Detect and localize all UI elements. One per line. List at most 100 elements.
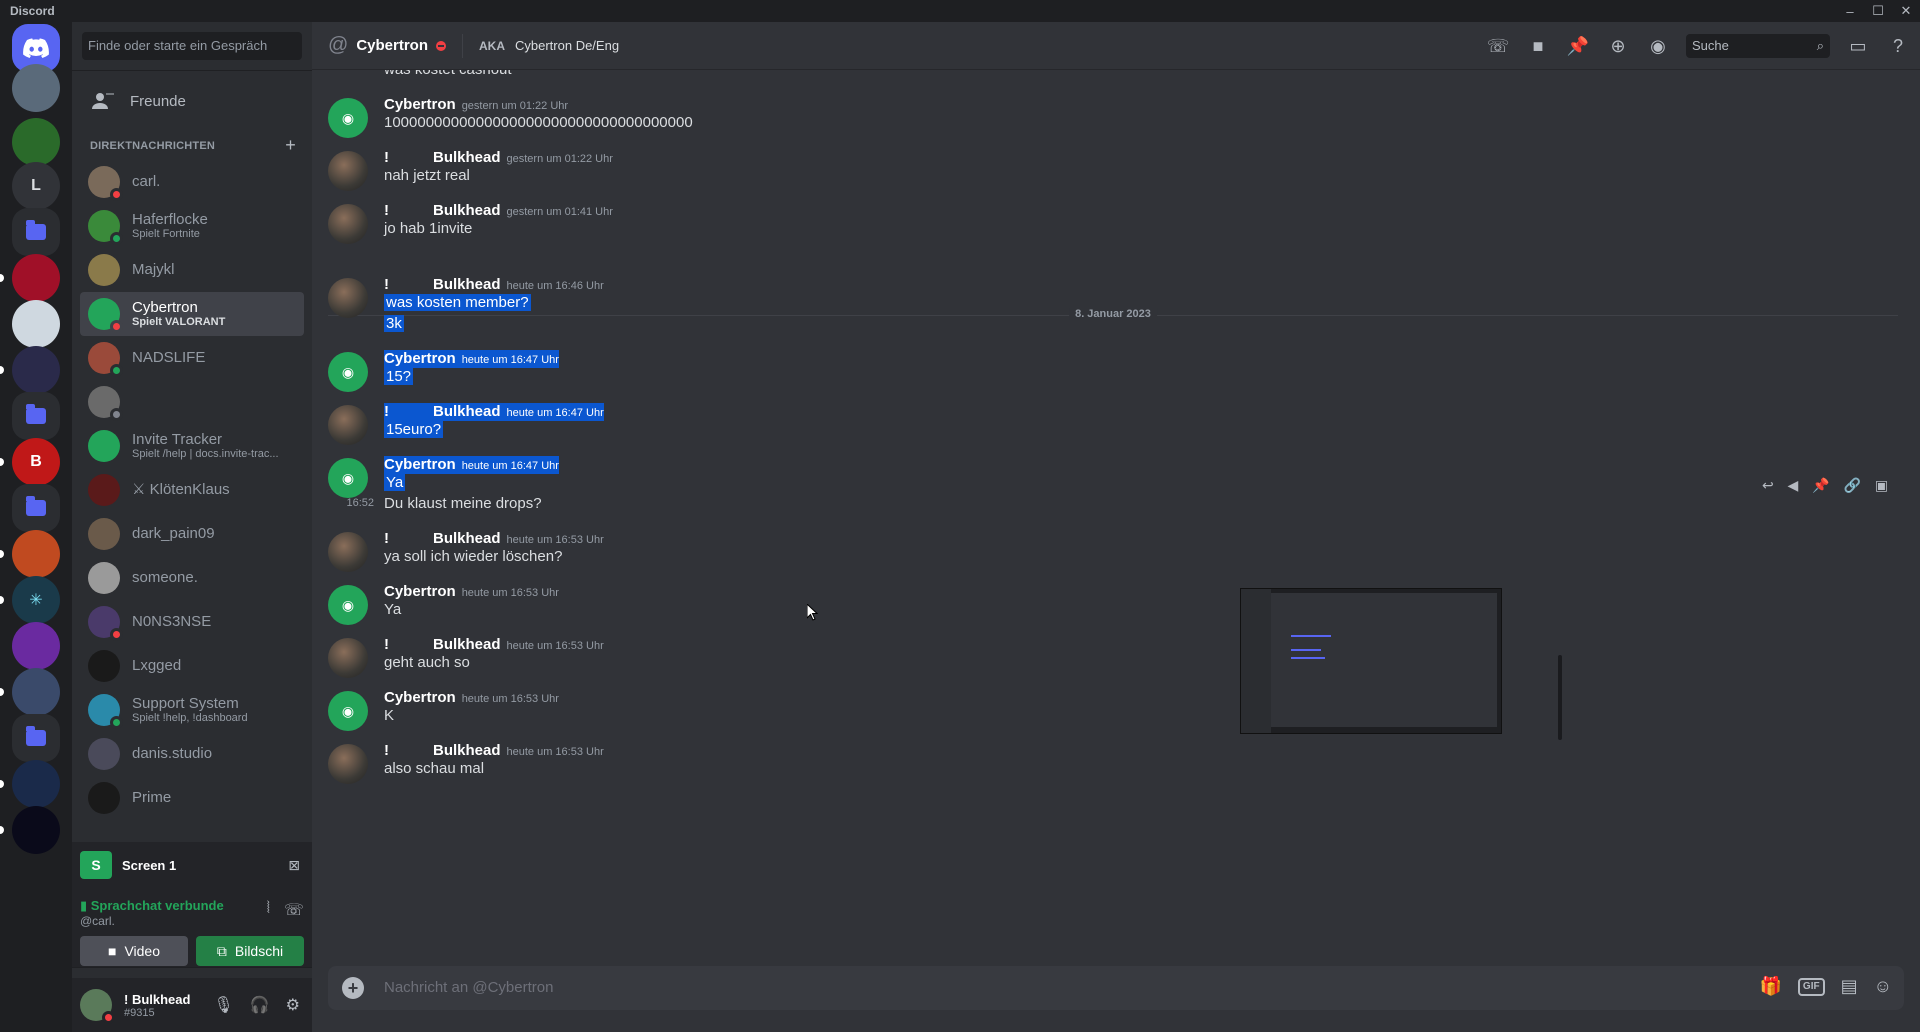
dm-item[interactable]: Majykl [80,248,304,292]
server-icon-2[interactable] [12,118,60,166]
dm-item[interactable] [80,380,304,424]
server-icon-6[interactable]: ✳ [12,576,60,624]
message-author[interactable]: Cybertron [384,96,456,113]
avatar[interactable]: ◉ [328,691,368,731]
friends-nav-item[interactable]: Freunde [80,80,304,122]
message-author[interactable]: Bulkhead [433,742,501,759]
avatar[interactable] [328,744,368,784]
avatar[interactable] [328,405,368,445]
forward-icon[interactable]: ◀ [1788,477,1799,494]
avatar[interactable] [328,532,368,572]
header-search-input[interactable]: Suche ⌕ [1686,34,1830,58]
reply-icon[interactable]: ↩ [1762,477,1774,494]
server-icon-cloud[interactable] [12,300,60,348]
message-author[interactable]: Bulkhead [433,403,501,420]
noise-suppression-icon[interactable]: ⦚ [267,900,270,920]
dm-item[interactable]: Haferflocke Spielt Fortnite [80,204,304,248]
copy-id-icon[interactable]: ▣ [1875,477,1888,494]
server-icon-8[interactable] [12,668,60,716]
close-window-button[interactable]: ✕ [1892,0,1920,22]
avatar[interactable] [328,638,368,678]
server-icon-b[interactable]: B [12,438,60,486]
screen-share-row[interactable]: S Screen 1 ⊠ [80,850,304,880]
avatar[interactable]: ◉ [328,458,368,498]
server-icon-5[interactable] [12,530,60,578]
maximize-button[interactable]: ☐ [1864,0,1892,22]
avatar[interactable]: ◉ [328,585,368,625]
dm-name: NADSLIFE [132,349,206,366]
message-author[interactable]: Bulkhead [433,149,501,166]
dm-item[interactable]: ⚔ KlötenKlaus [80,468,304,512]
add-friend-icon[interactable]: ⊕ [1606,34,1630,58]
user-profile-icon[interactable]: ◉ [1646,34,1670,58]
stop-stream-icon[interactable]: ⊠ [288,857,300,874]
avatar[interactable] [328,204,368,244]
message-author[interactable]: Cybertron [384,583,456,600]
avatar[interactable]: ◉ [328,98,368,138]
server-icon-1[interactable] [12,64,60,112]
channel-name[interactable]: Cybertron [356,37,428,54]
video-button[interactable]: ■ Video [80,936,188,966]
server-icon-7[interactable] [12,622,60,670]
server-icon-10[interactable] [12,806,60,854]
microphone-icon[interactable]: 🎙 [213,995,233,1015]
status-dot [110,716,123,729]
server-icon-l[interactable]: L [12,162,60,210]
server-icon-9[interactable] [12,760,60,808]
dm-item[interactable]: Lxgged [80,644,304,688]
dm-item[interactable]: Invite Tracker Spielt /help | docs.invite… [80,424,304,468]
user-avatar[interactable] [80,989,115,1024]
settings-gear-icon[interactable]: ⚙ [286,995,300,1015]
server-folder-2[interactable] [12,392,60,440]
emoji-icon[interactable]: ☺ [1874,976,1892,997]
screen-share-preview[interactable] [1240,588,1502,734]
server-icon-4[interactable] [12,346,60,394]
server-folder-4[interactable] [12,714,60,762]
dm-item[interactable]: someone. [80,556,304,600]
gift-icon[interactable]: 🎁 [1760,976,1782,997]
dm-item[interactable]: Prime [80,776,304,820]
message-author[interactable]: Cybertron [384,689,456,706]
minimize-button[interactable]: – [1836,0,1864,22]
server-rail: L B ✳ [0,22,72,1032]
dm-item[interactable]: danis.studio [80,732,304,776]
dm-item[interactable]: N0NS3NSE [80,600,304,644]
message-author[interactable]: Bulkhead [433,636,501,653]
dm-item[interactable]: dark_pain09 [80,512,304,556]
dm-item[interactable]: Support System Spielt !help, !dashboard [80,688,304,732]
message-timestamp: heute um 16:53 Uhr [506,746,604,758]
help-icon[interactable]: ? [1886,34,1910,58]
message-author[interactable]: Cybertron [384,350,456,367]
message-input[interactable]: Nachricht an @Cybertron [384,979,553,996]
name-prefix: ! [384,530,389,547]
create-dm-plus-icon[interactable]: + [285,135,296,156]
gif-button[interactable]: GIF [1797,977,1825,996]
server-folder-3[interactable] [12,484,60,532]
voice-call-icon[interactable]: ☏ [1486,34,1510,58]
link-icon[interactable]: 🔗 [1844,477,1861,494]
message-author[interactable]: Bulkhead [433,202,501,219]
disconnect-icon[interactable]: ☏ [284,900,304,920]
message-author[interactable]: Bulkhead [433,530,501,547]
avatar[interactable] [328,278,368,318]
headphones-icon[interactable]: 🎧 [250,995,270,1015]
scrollbar-thumb[interactable] [1558,655,1562,740]
inbox-icon[interactable]: ▭ [1846,34,1870,58]
dm-item[interactable]: carl. [80,160,304,204]
pin-icon[interactable]: 📌 [1812,477,1829,494]
avatar[interactable] [328,151,368,191]
attach-plus-icon[interactable]: + [342,977,364,999]
dm-item[interactable]: NADSLIFE [80,336,304,380]
pin-icon[interactable]: 📌 [1566,34,1590,58]
server-folder-1[interactable] [12,208,60,256]
message-author[interactable]: Cybertron [384,456,456,473]
avatar[interactable]: ◉ [328,352,368,392]
message-author[interactable]: Bulkhead [433,276,501,293]
server-icon-3[interactable] [12,254,60,302]
screen-share-button[interactable]: ⧉ Bildschi [196,936,304,966]
dm-search-input[interactable]: Finde oder starte ein Gespräch [82,32,302,60]
status-dot [110,232,123,245]
dm-item[interactable]: Cybertron Spielt VALORANT [80,292,304,336]
sticker-icon[interactable]: ▤ [1841,976,1858,997]
video-call-icon[interactable]: ■ [1526,34,1550,58]
